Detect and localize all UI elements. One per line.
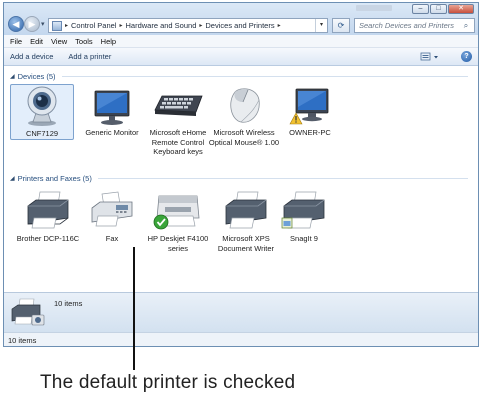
view-options-icon bbox=[420, 52, 438, 61]
devices-group-header[interactable]: ◢ Devices (5) bbox=[10, 72, 468, 81]
printer-icon bbox=[27, 191, 69, 229]
address-bar[interactable]: ▸ Control Panel ▸ Hardware and Sound ▸ D… bbox=[48, 18, 328, 33]
change-view-button[interactable] bbox=[420, 52, 442, 62]
refresh-button[interactable]: ⟳ bbox=[332, 18, 350, 33]
chevron-down-icon: ▾ bbox=[319, 22, 323, 28]
help-button[interactable]: ? bbox=[461, 51, 472, 62]
menu-view[interactable]: View bbox=[51, 37, 67, 46]
maximize-button[interactable]: □ bbox=[430, 4, 447, 14]
chevron-right-icon[interactable]: ▸ bbox=[199, 22, 202, 29]
devices-and-printers-icon bbox=[11, 298, 45, 326]
chevron-right-icon[interactable]: ▸ bbox=[65, 22, 68, 29]
printer-label: Fax bbox=[105, 234, 119, 243]
device-label: Microsoft Wireless Optical Mouse® 1.00 bbox=[208, 128, 280, 147]
content-pane: ◢ Devices (5) CNF7129 Generic Monitor Mi… bbox=[4, 66, 478, 292]
printer-item-hp-deskjet-default[interactable]: HP Deskjet F4100 series bbox=[142, 188, 214, 253]
details-pane: 10 items bbox=[4, 292, 478, 332]
address-dropdown-button[interactable]: ▾ bbox=[315, 19, 327, 32]
search-icon[interactable]: ⌕ bbox=[458, 19, 474, 32]
default-printer-check-icon bbox=[153, 214, 169, 230]
menu-edit[interactable]: Edit bbox=[30, 37, 43, 46]
chevron-right-icon[interactable]: ▸ bbox=[119, 22, 122, 29]
keyboard-icon bbox=[154, 95, 203, 116]
menu-help[interactable]: Help bbox=[101, 37, 116, 46]
control-panel-icon bbox=[52, 20, 62, 31]
add-printer-button[interactable]: Add a printer bbox=[68, 52, 111, 61]
printer-item-brother[interactable]: Brother DCP-116C bbox=[12, 188, 84, 244]
callout-line bbox=[133, 247, 135, 370]
printer-icon bbox=[153, 195, 200, 230]
printer-label: Brother DCP-116C bbox=[16, 234, 80, 243]
printer-icon bbox=[225, 191, 267, 229]
recent-pages-dropdown[interactable]: ▾ bbox=[41, 20, 45, 28]
breadcrumb-hardware-and-sound[interactable]: Hardware and Sound bbox=[125, 21, 196, 30]
forward-button[interactable]: ▶ bbox=[24, 16, 40, 32]
divider bbox=[97, 178, 468, 179]
search-input[interactable]: Search Devices and Printers bbox=[359, 21, 454, 30]
device-item-mouse[interactable]: Microsoft Wireless Optical Mouse® 1.00 bbox=[208, 86, 280, 147]
printers-group-header[interactable]: ◢ Printers and Faxes (5) bbox=[10, 174, 468, 183]
device-item-keyboard[interactable]: Microsoft eHome Remote Control Keyboard … bbox=[142, 88, 214, 157]
snagit-badge-icon bbox=[281, 217, 293, 229]
menu-file[interactable]: File bbox=[10, 37, 22, 46]
divider bbox=[61, 76, 468, 77]
arrow-left-icon: ◀ bbox=[12, 19, 20, 29]
mouse-icon bbox=[230, 88, 260, 123]
back-button[interactable]: ◀ bbox=[8, 16, 24, 32]
collapse-arrow-icon[interactable]: ◢ bbox=[10, 73, 15, 80]
search-box[interactable]: Search Devices and Printers ⌕ bbox=[354, 18, 475, 33]
computer-icon bbox=[289, 88, 329, 125]
minimize-button[interactable]: – bbox=[412, 4, 429, 14]
chevron-down-icon: ▾ bbox=[41, 21, 45, 28]
status-item-count: 10 items bbox=[8, 336, 37, 345]
monitor-icon bbox=[94, 90, 130, 125]
arrow-right-icon: ▶ bbox=[28, 19, 36, 29]
details-item-count: 10 items bbox=[54, 299, 83, 308]
chevron-right-icon[interactable]: ▸ bbox=[278, 22, 281, 29]
window-controls: – □ ✕ bbox=[412, 4, 474, 15]
breadcrumb-control-panel[interactable]: Control Panel bbox=[71, 21, 116, 30]
menu-bar: File Edit View Tools Help bbox=[4, 35, 478, 48]
command-bar: Add a device Add a printer ? bbox=[4, 48, 478, 66]
webcam-icon bbox=[27, 86, 57, 126]
printer-label: SnagIt 9 bbox=[290, 234, 318, 243]
printer-icon bbox=[281, 191, 325, 229]
refresh-icon: ⟳ bbox=[337, 21, 345, 30]
breadcrumb-devices-and-printers[interactable]: Devices and Printers bbox=[205, 21, 274, 30]
fax-icon bbox=[91, 191, 133, 227]
device-item-webcam[interactable]: CNF7129 bbox=[10, 84, 74, 140]
devices-and-printers-window: – □ ✕ ◀ ▶ ▾ ▸ Control Panel ▸ Hardware a… bbox=[3, 2, 479, 347]
device-item-monitor[interactable]: Generic Monitor bbox=[76, 88, 148, 138]
printer-item-snagit[interactable]: SnagIt 9 bbox=[268, 188, 340, 244]
title-bar: – □ ✕ ◀ ▶ ▾ ▸ Control Panel ▸ Hardware a… bbox=[4, 3, 478, 35]
device-item-computer[interactable]: OWNER-PC bbox=[274, 86, 346, 138]
printers-group-title: Printers and Faxes (5) bbox=[17, 174, 92, 183]
collapse-arrow-icon[interactable]: ◢ bbox=[10, 175, 15, 182]
window-title bbox=[356, 5, 392, 11]
printer-item-fax[interactable]: Fax bbox=[76, 188, 148, 244]
printer-label: HP Deskjet F4100 series bbox=[147, 234, 209, 253]
device-label: Generic Monitor bbox=[85, 128, 139, 137]
add-device-button[interactable]: Add a device bbox=[10, 52, 53, 61]
help-icon: ? bbox=[464, 53, 469, 60]
status-bar: 10 items bbox=[4, 332, 478, 346]
device-label: OWNER-PC bbox=[289, 128, 331, 137]
device-label: CNF7129 bbox=[25, 129, 59, 138]
figure-caption: The default printer is checked bbox=[40, 372, 296, 393]
devices-group-title: Devices (5) bbox=[17, 72, 56, 81]
device-label: Microsoft eHome Remote Control Keyboard … bbox=[149, 128, 207, 156]
menu-tools[interactable]: Tools bbox=[75, 37, 93, 46]
close-button[interactable]: ✕ bbox=[448, 4, 474, 14]
